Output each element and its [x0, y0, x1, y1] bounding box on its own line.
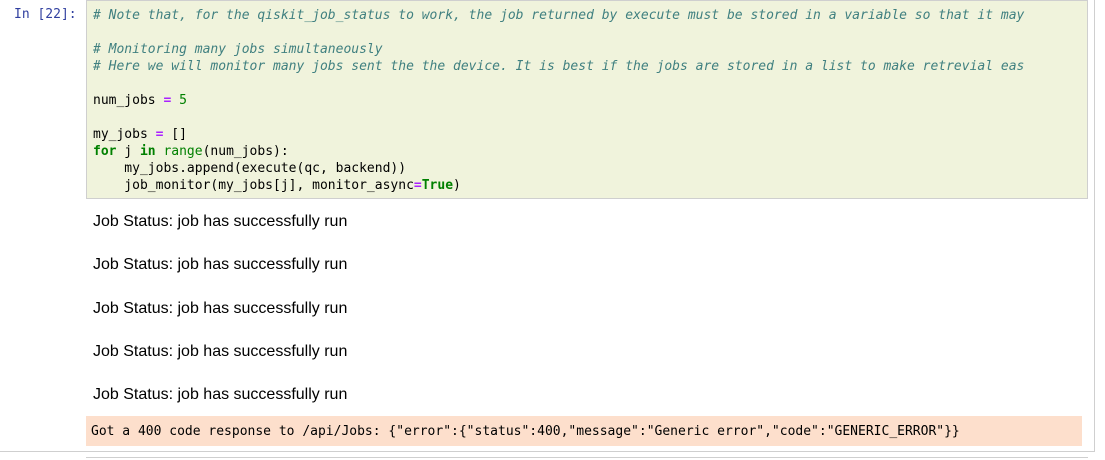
code-input-area[interactable]: # Note that, for the qiskit_job_status t…: [86, 0, 1088, 199]
code-token: j: [116, 144, 140, 159]
job-status-line: Job Status: job has successfully run: [93, 300, 348, 317]
code-token: for: [93, 144, 117, 159]
code-line: # Monitoring many jobs simultaneously: [93, 41, 1024, 58]
code-token: range: [163, 144, 203, 159]
code-token: # Note that, for the qiskit_job_status t…: [93, 8, 1025, 23]
code-editor[interactable]: # Note that, for the qiskit_job_status t…: [93, 7, 1024, 194]
code-line: job_monitor(my_jobs[j], monitor_async=Tr…: [93, 177, 1024, 194]
code-token: num_jobs: [93, 93, 164, 108]
code-line: # Here we will monitor many jobs sent th…: [93, 58, 1024, 75]
code-line: my_jobs = []: [93, 126, 1024, 143]
code-token: ): [453, 178, 461, 193]
code-token: job_monitor(my_jobs[j], monitor_async: [93, 178, 414, 193]
code-line: num_jobs = 5: [93, 92, 1024, 109]
code-token: # Here we will monitor many jobs sent th…: [93, 59, 1025, 74]
error-message: Got a 400 code response to /api/Jobs: {"…: [91, 424, 960, 439]
code-token: my_jobs.append(execute(qc, backend)): [93, 161, 407, 176]
code-token: =: [413, 178, 422, 193]
job-status-line: Job Status: job has successfully run: [93, 343, 348, 360]
code-line: for j in range(num_jobs):: [93, 143, 1024, 160]
input-prompt: In [22]:: [14, 7, 77, 22]
stderr-output: Got a 400 code response to /api/Jobs: {"…: [86, 416, 1082, 446]
job-status-line: Job Status: job has successfully run: [93, 213, 348, 230]
code-line: # Note that, for the qiskit_job_status t…: [93, 7, 1024, 24]
code-line: my_jobs.append(execute(qc, backend)): [93, 160, 1024, 177]
job-status-line: Job Status: job has successfully run: [93, 256, 348, 273]
code-token: []: [163, 127, 187, 142]
code-token: my_jobs: [93, 127, 156, 142]
code-token: (num_jobs):: [202, 144, 289, 159]
job-status-line: Job Status: job has successfully run: [93, 386, 348, 403]
code-token: True: [421, 178, 454, 193]
notebook-cell[interactable]: In [22]: # Note that, for the qiskit_job…: [0, 0, 1095, 452]
code-token: 5: [179, 93, 187, 108]
code-token: in: [139, 144, 156, 159]
code-token: # Monitoring many jobs simultaneously: [93, 42, 383, 57]
